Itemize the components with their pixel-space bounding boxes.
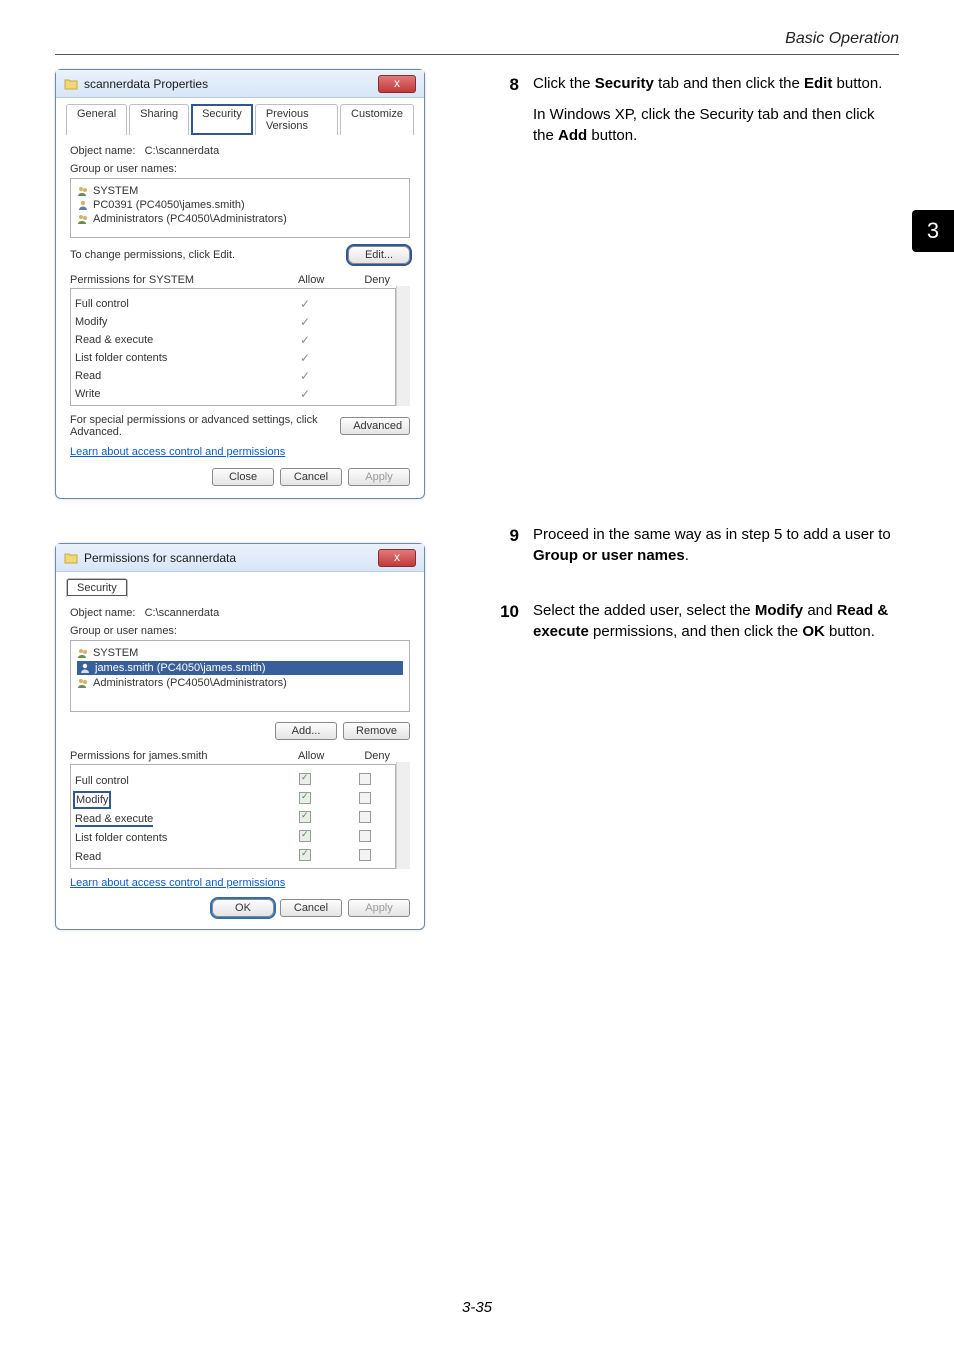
dialog-title: Permissions for scannerdata: [84, 551, 378, 565]
special-perms-label: For special permissions or advanced sett…: [70, 414, 340, 438]
close-button[interactable]: x: [378, 75, 416, 93]
perm-row: Read: [71, 367, 275, 385]
list-item-system[interactable]: SYSTEM: [77, 647, 403, 659]
deny-checkbox[interactable]: [359, 849, 371, 861]
perm-row-read-execute: Read & execute: [75, 813, 153, 825]
users-list[interactable]: SYSTEM PC0391 (PC4050\james.smith) Admin…: [70, 178, 410, 238]
close-button[interactable]: x: [378, 549, 416, 567]
perm-row: Full control: [71, 771, 275, 790]
step-9: 9 Proceed in the same way as in step 5 t…: [495, 524, 899, 576]
titlebar: scannerdata Properties x: [56, 70, 424, 98]
edit-perms-label: To change permissions, click Edit.: [70, 249, 235, 261]
checkmark-icon: ✓: [300, 297, 310, 311]
user-icon: [79, 662, 91, 674]
learn-link[interactable]: Learn about access control and permissio…: [70, 877, 285, 889]
learn-link[interactable]: Learn about access control and permissio…: [70, 446, 285, 458]
apply-button[interactable]: Apply: [348, 899, 410, 917]
object-name-label: Object name:: [70, 607, 135, 619]
tab-security[interactable]: Security: [66, 578, 128, 597]
perm-row: Write: [71, 385, 275, 403]
deny-checkbox[interactable]: [359, 811, 371, 823]
tab-security[interactable]: Security: [191, 104, 253, 135]
cancel-button[interactable]: Cancel: [280, 899, 342, 917]
list-item-selected-user[interactable]: james.smith (PC4050\james.smith): [77, 661, 403, 675]
list-item-admins[interactable]: Administrators (PC4050\Administrators): [77, 677, 403, 689]
allow-checkbox[interactable]: [299, 811, 311, 823]
page-number: 3-35: [0, 1299, 954, 1316]
edit-button[interactable]: Edit...: [348, 246, 410, 264]
deny-checkbox[interactable]: [359, 792, 371, 804]
users-list[interactable]: SYSTEM james.smith (PC4050\james.smith) …: [70, 640, 410, 712]
folder-icon: [64, 77, 78, 91]
perm-row: Modify: [71, 313, 275, 331]
perm-row: List folder contents: [71, 349, 275, 367]
scrollbar[interactable]: [396, 762, 410, 869]
tab-sharing[interactable]: Sharing: [129, 104, 189, 135]
permissions-list[interactable]: Full control ✓ Modify ✓ Read & execute ✓ Li…: [70, 288, 396, 406]
checkmark-icon: ✓: [300, 333, 310, 347]
add-button[interactable]: Add...: [275, 722, 337, 740]
allow-header: Allow: [298, 750, 324, 762]
tab-previous-versions[interactable]: Previous Versions: [255, 104, 338, 135]
folder-icon: [64, 551, 78, 565]
step-8: 8 Click the Security tab and then click …: [495, 73, 899, 156]
perm-row: Full control: [71, 295, 275, 313]
object-name-value: C:\scannerdata: [145, 607, 220, 619]
tab-strip: Security: [56, 572, 424, 597]
titlebar: Permissions for scannerdata x: [56, 544, 424, 572]
left-column: scannerdata Properties x General Sharing…: [55, 69, 465, 930]
allow-header: Allow: [298, 274, 324, 286]
deny-header: Deny: [364, 274, 390, 286]
header-rule: [55, 54, 899, 55]
properties-dialog: scannerdata Properties x General Sharing…: [55, 69, 425, 499]
scrollbar[interactable]: [396, 286, 410, 406]
step-10: 10 Select the added user, select the Mod…: [495, 600, 899, 652]
list-item-system[interactable]: SYSTEM: [77, 185, 403, 197]
object-name-label: Object name:: [70, 145, 135, 157]
perms-for-label: Permissions for james.smith: [70, 750, 208, 762]
running-header: Basic Operation: [55, 30, 899, 48]
chapter-tab: 3: [912, 210, 954, 252]
deny-header: Deny: [364, 750, 390, 762]
list-item-user[interactable]: PC0391 (PC4050\james.smith): [77, 199, 403, 211]
permissions-list[interactable]: Full control Modify Read & execute List …: [70, 764, 396, 869]
dialog-title: scannerdata Properties: [84, 77, 378, 91]
permissions-dialog: Permissions for scannerdata x Security O…: [55, 543, 425, 930]
ok-button[interactable]: OK: [212, 899, 274, 917]
cancel-button[interactable]: Cancel: [280, 468, 342, 486]
perm-row: List folder contents: [71, 828, 275, 847]
allow-checkbox[interactable]: [299, 849, 311, 861]
object-name-value: C:\scannerdata: [145, 145, 220, 157]
list-item-admins[interactable]: Administrators (PC4050\Administrators): [77, 213, 403, 225]
checkmark-icon: ✓: [300, 351, 310, 365]
apply-button[interactable]: Apply: [348, 468, 410, 486]
perms-for-label: Permissions for SYSTEM: [70, 274, 194, 286]
close-button-bottom[interactable]: Close: [212, 468, 274, 486]
users-icon: [77, 677, 89, 689]
allow-checkbox[interactable]: [299, 792, 311, 804]
user-icon: [77, 199, 89, 211]
tab-general[interactable]: General: [66, 104, 127, 135]
checkmark-icon: ✓: [300, 369, 310, 383]
allow-checkbox[interactable]: [299, 830, 311, 842]
users-icon: [77, 213, 89, 225]
deny-checkbox[interactable]: [359, 830, 371, 842]
users-icon: [77, 185, 89, 197]
checkmark-icon: ✓: [300, 387, 310, 401]
deny-checkbox[interactable]: [359, 773, 371, 785]
checkmark-icon: ✓: [300, 315, 310, 329]
right-column: 8 Click the Security tab and then click …: [495, 69, 899, 930]
tab-strip: General Sharing Security Previous Versio…: [56, 98, 424, 135]
tab-customize[interactable]: Customize: [340, 104, 414, 135]
group-users-label: Group or user names:: [70, 163, 410, 175]
group-users-label: Group or user names:: [70, 625, 410, 637]
advanced-button[interactable]: Advanced: [340, 417, 410, 435]
remove-button[interactable]: Remove: [343, 722, 410, 740]
perm-row: Read: [71, 847, 275, 866]
allow-checkbox[interactable]: [299, 773, 311, 785]
perm-row: Read & execute: [71, 331, 275, 349]
users-icon: [77, 647, 89, 659]
perm-row-modify: Modify: [76, 794, 108, 806]
